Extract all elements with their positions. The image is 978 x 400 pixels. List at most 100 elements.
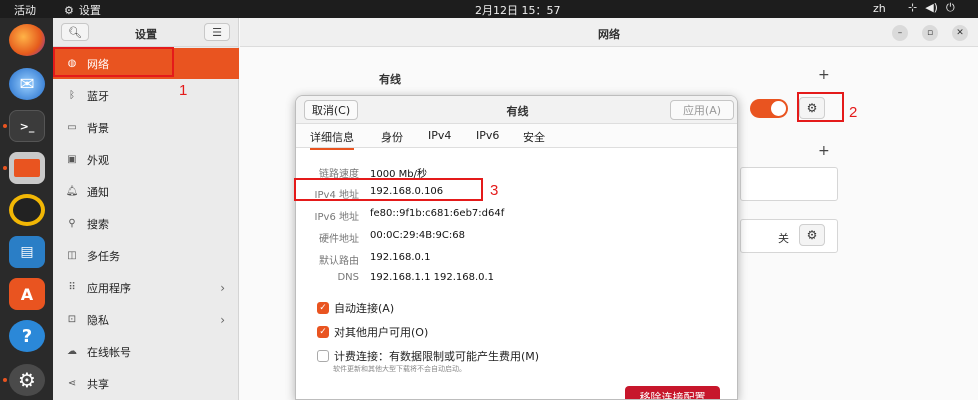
sidebar-item-label: 应用程序	[87, 281, 131, 295]
software-icon[interactable]: A	[9, 278, 45, 310]
network-icon: ⊹	[908, 1, 918, 14]
volume-icon: ◀)	[925, 1, 938, 14]
dialog-header: 取消(C) 有线 应用(A)	[296, 96, 737, 124]
running-indicator	[3, 378, 7, 382]
menu-button[interactable]: ☰	[204, 23, 230, 41]
sidebar-item-background[interactable]: ▭ 背景	[53, 112, 239, 143]
sidebar-header: 🔍︎ 设置 ☰	[53, 18, 238, 47]
checkbox-label: 自动连接(A)	[334, 302, 395, 315]
sidebar-item-notifications[interactable]: 🔔︎ 通知	[53, 176, 239, 207]
sidebar-item-label: 搜索	[87, 217, 109, 231]
writer-icon[interactable]: ▤	[9, 236, 45, 268]
tab-security[interactable]: 安全	[523, 129, 545, 145]
wired-settings-dialog: 取消(C) 有线 应用(A) 详细信息 身份 IPv4 IPv6 安全 链路速度…	[295, 95, 738, 400]
help-icon[interactable]: ?	[9, 320, 45, 352]
dialog-tabs: 详细信息 身份 IPv4 IPv6 安全	[296, 124, 737, 150]
metered-checkbox[interactable]: 计费连接：有数据限制或可能产生费用(M)	[317, 348, 539, 364]
maximize-button[interactable]: ▫	[922, 25, 938, 41]
thunderbird-icon[interactable]: ✉	[9, 68, 45, 100]
detail-row-gateway: 默认路由 192.168.0.1	[296, 252, 737, 272]
tab-details[interactable]: 详细信息	[310, 129, 354, 150]
sidebar-item-bluetooth[interactable]: ᛒ 蓝牙	[53, 80, 239, 111]
annotation-box-3	[294, 178, 483, 201]
detail-row-dns: DNS 192.168.1.1 192.168.0.1	[296, 272, 737, 292]
app-menu[interactable]: ⚙ 设置	[64, 2, 101, 18]
sidebar-item-privacy[interactable]: ⊡ 隐私 ›	[53, 304, 239, 335]
detail-key: IPv6 地址	[314, 212, 359, 223]
sidebar-item-apps[interactable]: ⠿ 应用程序 ›	[53, 272, 239, 303]
apply-button[interactable]: 应用(A)	[670, 100, 734, 120]
panel-title: 网络	[598, 28, 620, 41]
sidebar-item-multitasking[interactable]: ◫ 多任务	[53, 240, 239, 271]
annotation-number-1: 1	[179, 82, 188, 99]
tab-identity[interactable]: 身份	[381, 129, 403, 145]
sidebar-item-label: 背景	[87, 121, 109, 135]
detail-value: fe80::9f1b:c681:6eb7:d64f	[370, 208, 505, 219]
cloud-icon: ☁	[67, 346, 77, 357]
checkbox-label: 对其他用户可用(O)	[334, 326, 429, 339]
bluetooth-icon: ᛒ	[69, 90, 75, 101]
annotation-number-3: 3	[490, 182, 499, 199]
all-users-checkbox[interactable]: ✓ 对其他用户可用(O)	[317, 324, 428, 340]
cancel-button[interactable]: 取消(C)	[304, 100, 358, 120]
settings-icon[interactable]: ⚙	[9, 364, 45, 396]
minimize-button[interactable]: –	[892, 25, 908, 41]
annotation-box-1	[53, 47, 174, 77]
clock[interactable]: 2月12日 15：57	[475, 2, 561, 18]
sidebar-item-label: 共享	[87, 377, 109, 391]
firefox-icon[interactable]	[9, 24, 45, 56]
sidebar-item-label: 蓝牙	[87, 89, 109, 103]
wired-toggle[interactable]	[750, 99, 788, 118]
bell-icon: 🔔︎	[65, 186, 79, 197]
terminal-icon[interactable]: >_	[9, 110, 45, 142]
hamburger-icon: ☰	[212, 25, 222, 39]
files-icon[interactable]	[9, 152, 45, 184]
maximize-icon: ▫	[926, 28, 934, 38]
dock: ✉ >_ ▤ A ? ⚙	[0, 18, 53, 400]
proxy-status: 关	[778, 232, 789, 245]
running-indicator	[3, 124, 7, 128]
empty-checkbox-icon	[317, 350, 329, 362]
sidebar-item-search[interactable]: ⚲ 搜索	[53, 208, 239, 239]
proxy-settings-button[interactable]: ⚙	[799, 224, 825, 246]
gear-icon: ⚙	[64, 3, 74, 17]
auto-connect-checkbox[interactable]: ✓ 自动连接(A)	[317, 300, 394, 316]
tab-ipv4[interactable]: IPv4	[428, 129, 451, 142]
multitask-icon: ◫	[67, 250, 77, 261]
lock-icon: ⊡	[67, 314, 77, 325]
close-icon: ✕	[956, 28, 964, 38]
add-vpn-button[interactable]: +	[818, 143, 830, 159]
gear-icon: ⚙	[806, 228, 818, 242]
check-icon: ✓	[317, 326, 329, 338]
sidebar-item-label: 在线帐号	[87, 345, 131, 359]
tab-ipv6[interactable]: IPv6	[476, 129, 499, 142]
annotation-box-2	[797, 92, 844, 122]
checkbox-label: 计费连接：有数据限制或可能产生费用(M)	[334, 350, 540, 363]
sidebar-item-label: 多任务	[87, 249, 120, 263]
plus-icon: +	[818, 143, 830, 159]
remove-connection-button[interactable]: 移除连接配置	[625, 386, 720, 399]
vpn-row	[740, 167, 838, 201]
wired-section-label: 有线	[379, 73, 401, 86]
close-button[interactable]: ✕	[952, 25, 968, 41]
apps-icon: ⠿	[68, 282, 76, 293]
sidebar-item-appearance[interactable]: ▣ 外观	[53, 144, 239, 175]
add-wired-button[interactable]: +	[818, 67, 830, 83]
input-language[interactable]: zh	[873, 2, 886, 15]
rhythmbox-icon[interactable]	[9, 194, 45, 226]
detail-value: 00:0C:29:4B:9C:68	[370, 230, 465, 241]
minimize-icon: –	[897, 28, 903, 38]
search-icon: ⚲	[68, 218, 76, 229]
running-indicator	[3, 166, 7, 170]
annotation-number-2: 2	[849, 104, 858, 121]
metered-note: 软件更新和其他大型下载将不会自动启动。	[333, 365, 466, 373]
sidebar-item-label: 外观	[87, 153, 109, 167]
sidebar-item-online-accounts[interactable]: ☁ 在线帐号	[53, 336, 239, 367]
top-bar: 活动 ⚙ 设置 2月12日 15：57 zh ⊹ ◀) ⏻	[0, 0, 978, 18]
background-icon: ▭	[67, 122, 77, 133]
sidebar-item-sharing[interactable]: ⋖ 共享	[53, 368, 239, 399]
share-icon: ⋖	[67, 378, 77, 389]
chevron-right-icon: ›	[220, 312, 225, 327]
system-tray[interactable]: ⊹ ◀) ⏻	[908, 1, 955, 15]
activities-button[interactable]: 活动	[14, 2, 36, 18]
